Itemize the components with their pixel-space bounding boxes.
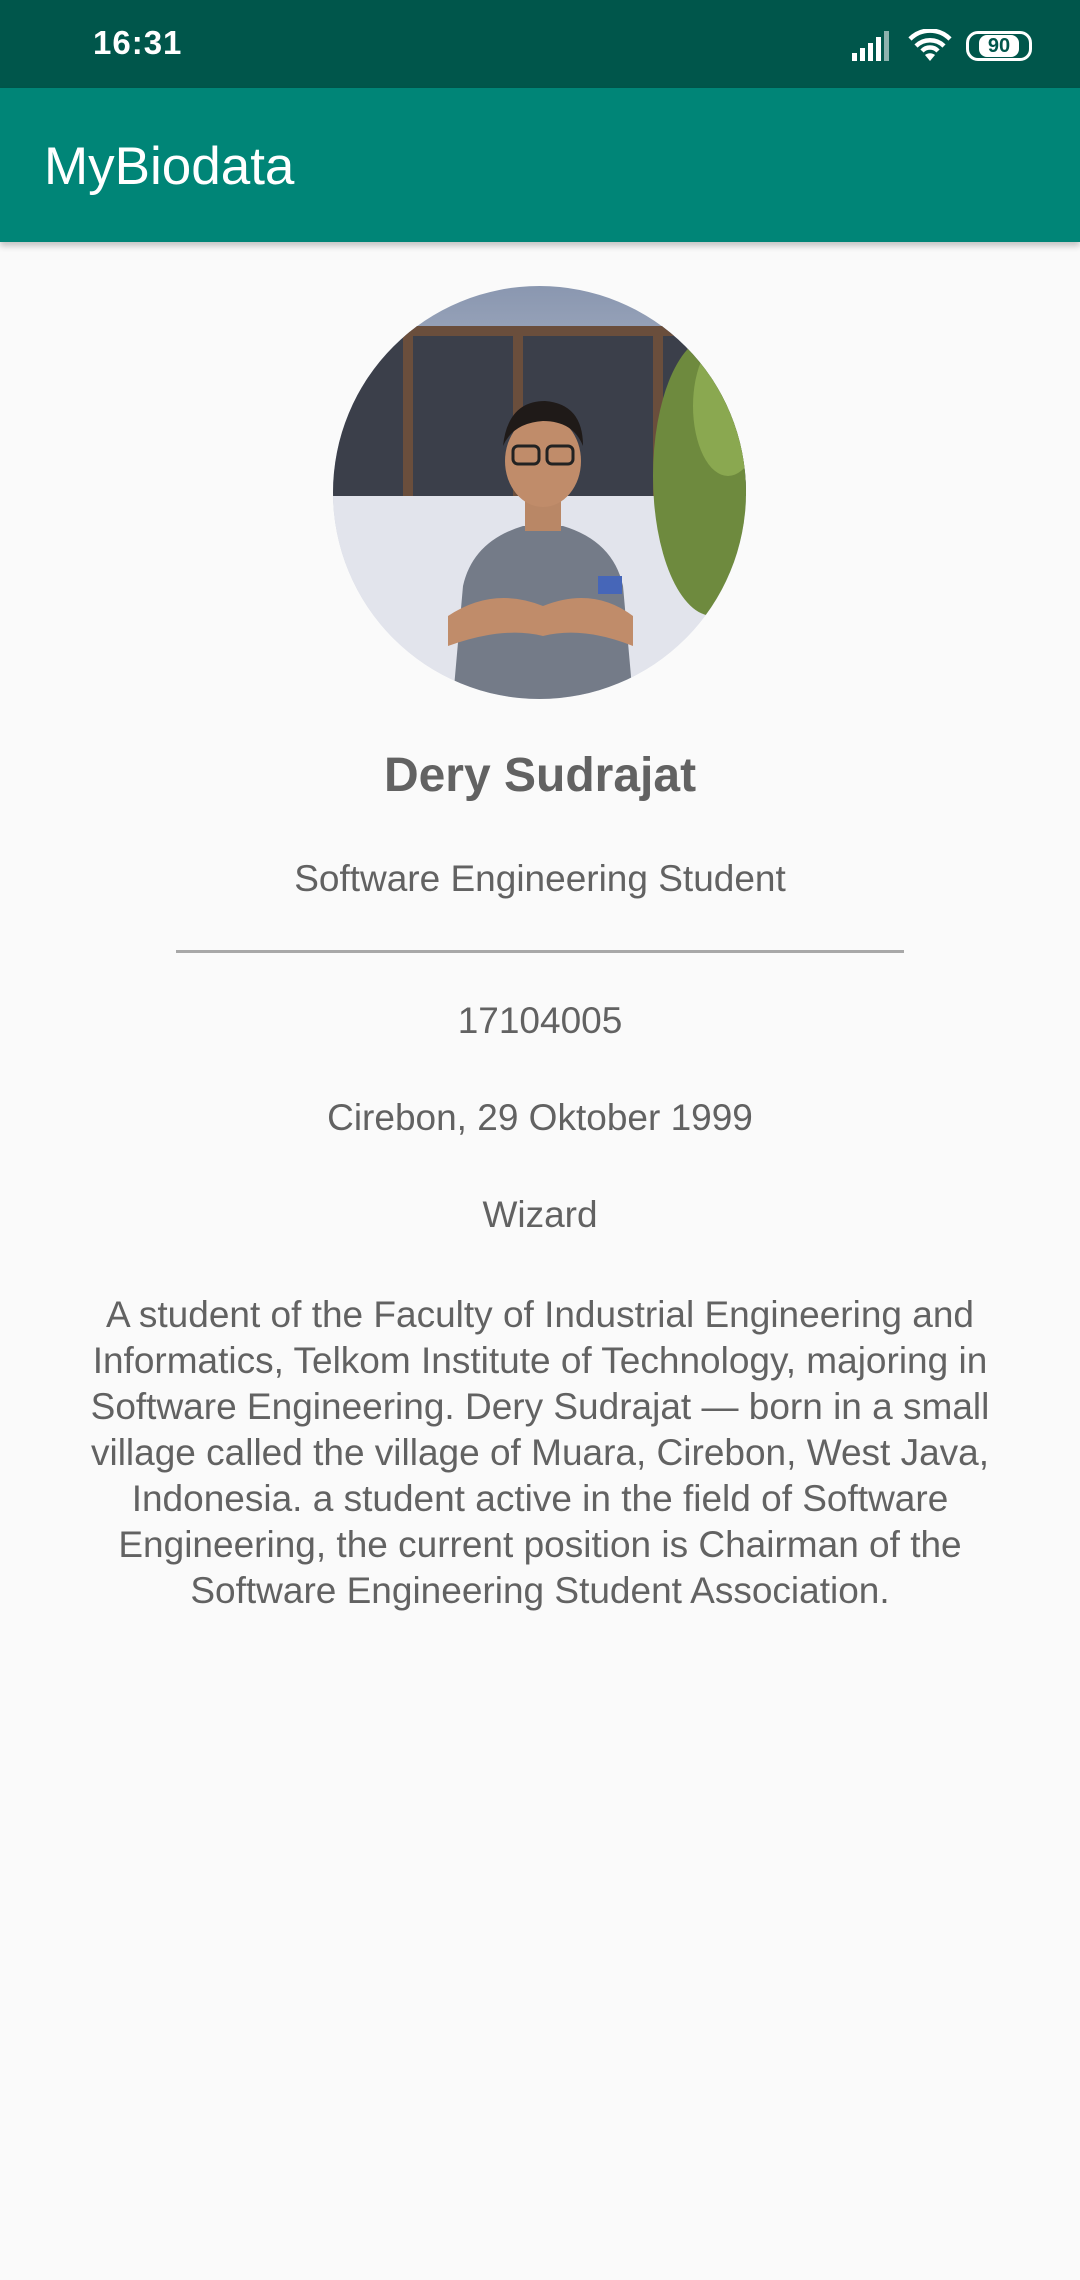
profile-name: Dery Sudrajat [383, 749, 697, 802]
battery-level: 90 [978, 35, 1020, 57]
app-bar: MyBiodata [0, 88, 1080, 242]
profile-photo [333, 286, 746, 699]
battery-icon: 90 [966, 31, 1032, 61]
profile-hobby: Wizard [482, 1194, 598, 1235]
status-time: 16:31 [93, 24, 183, 61]
profile-bio: A student of the Faculty of Industrial E… [90, 1294, 990, 1611]
signal-icon [852, 31, 889, 61]
profile-student-id: 17104005 [457, 1000, 623, 1041]
status-bar: 16:31 90 [0, 0, 1080, 88]
app-title: MyBiodata [44, 137, 295, 196]
status-icons: 90 [852, 26, 1032, 66]
profile-role: Software Engineering Student [294, 858, 786, 899]
divider [176, 950, 904, 953]
wifi-icon [908, 29, 952, 61]
profile-birth: Cirebon, 29 Oktober 1999 [327, 1097, 753, 1138]
profile-avatar [333, 286, 746, 699]
